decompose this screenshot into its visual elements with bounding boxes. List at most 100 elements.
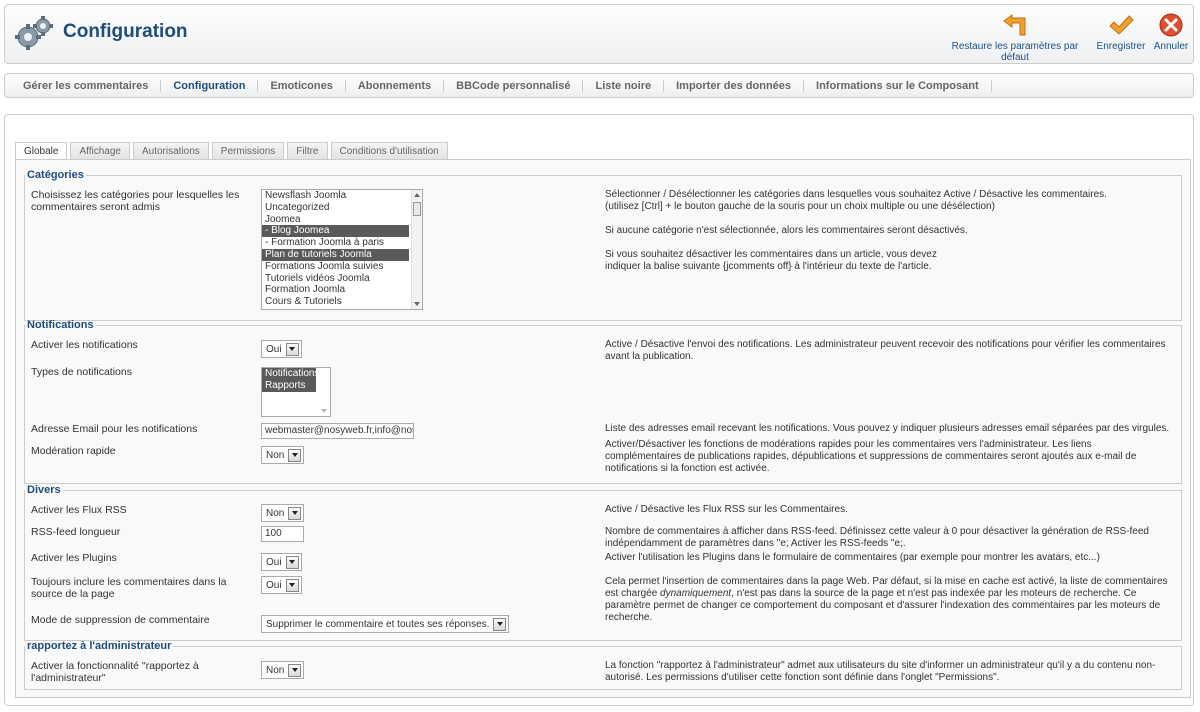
chevron-down-icon[interactable] (493, 617, 507, 631)
chevron-down-icon[interactable] (288, 663, 302, 677)
scroll-up-icon[interactable] (414, 193, 420, 197)
rss-value: Non (266, 507, 285, 519)
notification-type-option[interactable]: Rapports (262, 379, 316, 392)
component-submenu: Gérer les commentaires Configuration Emo… (4, 73, 1194, 98)
categories-desc-3: Si aucune catégorie n'est sélectionnée, … (605, 225, 968, 236)
chevron-down-icon[interactable] (285, 555, 299, 569)
category-option[interactable]: Joomea (262, 214, 422, 226)
source-desc-emphasis: dynamiquement (660, 588, 732, 599)
delete-mode-value: Supprimer le commentaire et toutes ses r… (266, 618, 490, 630)
report-desc: La fonction "rapportez à l'administrateu… (605, 660, 1156, 683)
legend-notifications: Notifications (27, 319, 94, 331)
category-option[interactable]: Formations Joomla suivies (262, 261, 422, 273)
report-value: Non (266, 664, 285, 676)
page-title: Configuration (63, 21, 188, 42)
config-tabs: Globale Affichage Autorisations Permissi… (15, 142, 451, 161)
category-option-selected[interactable]: - Blog Joomea (262, 225, 409, 238)
report-label: Activer la fonctionnalité "rapportez à l… (31, 660, 199, 684)
notification-email-input[interactable]: webmaster@nosyweb.fr,info@nosyweb.fr (261, 423, 414, 439)
chevron-down-icon[interactable] (288, 506, 302, 520)
categories-label: Choisissez les catégories pour lesquelle… (31, 189, 240, 213)
tab-filter[interactable]: Filtre (287, 142, 328, 160)
quick-moderation-select[interactable]: Non (261, 446, 305, 464)
categories-desc-2: (utilisez [Ctrl] + le bouton gauche de l… (605, 201, 995, 212)
save-label: Enregistrer (1096, 41, 1146, 52)
tab-authorizations[interactable]: Autorisations (132, 142, 209, 160)
categories-desc-1: Sélectionner / Désélectionner les catégo… (605, 189, 1107, 200)
category-option-selected[interactable]: Plan de tutoriels Joomla (262, 248, 409, 261)
delete-mode-select[interactable]: Supprimer le commentaire et toutes ses r… (261, 615, 510, 633)
quick-moderation-label: Modération rapide (31, 445, 116, 457)
cancel-icon (1159, 13, 1183, 37)
chevron-down-icon[interactable] (285, 578, 299, 592)
category-option[interactable]: Cours & Tutoriels (262, 296, 422, 308)
categories-scrollbar[interactable] (411, 190, 422, 309)
tab-content-global: Catégories Choisissez les catégories pou… (15, 159, 1191, 698)
plugins-select[interactable]: Oui (261, 553, 302, 571)
plugins-label: Activer les Plugins (31, 552, 117, 564)
notification-email-label: Adresse Email pour les notifications (31, 423, 198, 435)
scroll-down-icon[interactable] (414, 302, 420, 306)
submenu-custom-bbcode[interactable]: BBCode personnalisé (444, 79, 584, 92)
scroll-down-icon[interactable] (321, 409, 327, 413)
notification-types-scrollbar[interactable] (319, 368, 330, 416)
submenu-manage-comments[interactable]: Gérer les commentaires (11, 79, 162, 92)
notification-type-option[interactable]: Notifications (262, 368, 319, 380)
rss-length-label: RSS-feed longueur (31, 526, 121, 538)
fieldset-report: rapportez à l'administrateur Activer la … (24, 640, 1182, 690)
checkmark-icon (1109, 15, 1134, 35)
legend-misc: Divers (27, 484, 61, 496)
submenu-component-info[interactable]: Informations sur le Composant (804, 79, 992, 92)
notification-types-listbox[interactable]: Notifications Rapports (261, 367, 331, 417)
save-button[interactable]: Enregistrer (1095, 13, 1147, 52)
notification-types-label: Types de notifications (31, 366, 132, 378)
submenu-import-data[interactable]: Importer des données (664, 79, 805, 92)
undo-arrow-icon (1003, 14, 1026, 36)
rss-select[interactable]: Non (261, 504, 305, 522)
rss-length-desc: Nombre de commentaires à afficher dans R… (605, 526, 1149, 549)
cancel-button[interactable]: Annuler (1153, 13, 1189, 52)
tab-display[interactable]: Affichage (70, 142, 130, 160)
categories-desc-5: indiquer la balise suivante {jcomments o… (605, 261, 932, 272)
rss-label: Activer les Flux RSS (31, 504, 127, 516)
enable-notifications-value: Oui (266, 343, 282, 355)
category-option[interactable]: Tutoriels vidéos Joomla (262, 273, 422, 285)
category-option[interactable]: - Formation Joomla à paris (262, 237, 422, 249)
category-option[interactable]: Uncategorized (262, 202, 422, 214)
notification-email-desc: Liste des adresses email recevant les no… (605, 423, 1170, 434)
source-include-desc: Cela permet l'insertion de commentaires … (605, 576, 1170, 624)
config-panel: Globale Affichage Autorisations Permissi… (4, 114, 1194, 706)
category-option[interactable]: Formation Joomla (262, 284, 422, 296)
rss-length-input[interactable]: 100 (261, 526, 304, 542)
source-include-label: Toujours inclure les commentaires dans l… (31, 576, 227, 600)
enable-notifications-label: Activer les notifications (31, 339, 138, 351)
quick-moderation-desc: Activer/Désactiver les fonctions de modé… (605, 439, 1137, 474)
submenu-emoticons[interactable]: Emoticones (258, 79, 346, 92)
toolbar-header: Configuration Restaure les paramètres pa… (4, 4, 1194, 64)
restore-defaults-button[interactable]: Restaure les paramètres par défaut (940, 13, 1090, 63)
chevron-down-icon[interactable] (285, 342, 299, 356)
plugins-value: Oui (266, 556, 282, 568)
submenu-subscriptions[interactable]: Abonnements (346, 79, 445, 92)
restore-label: Restaure les paramètres par défaut (951, 41, 1079, 63)
delete-mode-label: Mode de suppression de commentaire (31, 614, 210, 626)
fieldset-notifications: Notifications Activer les notifications … (24, 319, 1182, 484)
categories-desc-4: Si vous souhaitez désactiver les comment… (605, 249, 937, 260)
source-include-select[interactable]: Oui (261, 576, 302, 594)
enable-notifications-desc: Active / Désactive l'envoi des notificat… (605, 339, 1166, 362)
legend-report: rapportez à l'administrateur (27, 640, 172, 652)
quick-moderation-value: Non (266, 449, 285, 461)
category-option[interactable]: Newsflash Joomla (262, 190, 422, 202)
source-include-value: Oui (266, 579, 282, 591)
tab-permissions[interactable]: Permissions (211, 142, 285, 160)
submenu-blacklist[interactable]: Liste noire (583, 79, 665, 92)
legend-categories: Catégories (27, 169, 84, 181)
scroll-thumb[interactable] (413, 202, 421, 216)
report-select[interactable]: Non (261, 661, 305, 679)
chevron-down-icon[interactable] (288, 448, 302, 462)
rss-desc: Active / Désactive les Flux RSS sur les … (605, 504, 848, 515)
enable-notifications-select[interactable]: Oui (261, 340, 302, 358)
categories-listbox[interactable]: Newsflash Joomla Uncategorized Joomea - … (261, 189, 423, 310)
tab-terms[interactable]: Conditions d'utilisation (330, 142, 448, 160)
submenu-configuration[interactable]: Configuration (161, 79, 259, 92)
